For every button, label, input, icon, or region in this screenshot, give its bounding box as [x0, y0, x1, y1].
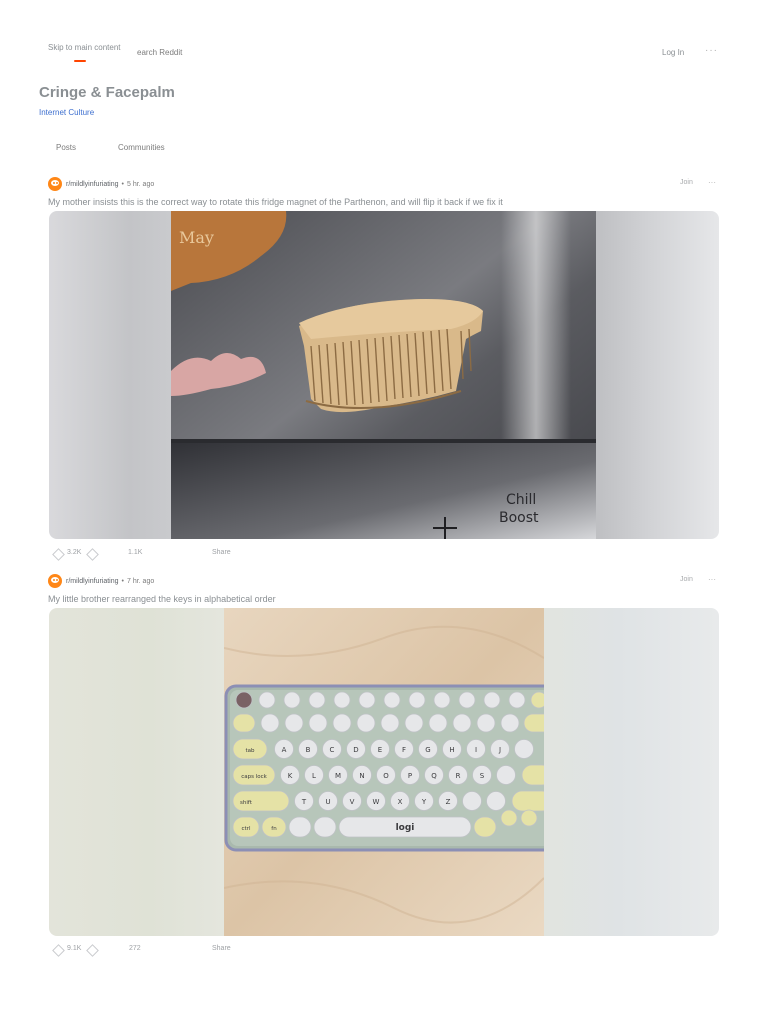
key-f: F [402, 746, 406, 754]
downvote-icon[interactable] [86, 944, 99, 957]
key-s: S [480, 772, 485, 780]
tab-posts[interactable]: Posts [56, 143, 76, 152]
key-v: V [350, 798, 355, 806]
appliance-label-line2: Boost [499, 510, 539, 526]
key-o: O [383, 772, 389, 780]
post-image[interactable]: tab caps lock shift ctrl fn A B C D E F … [49, 608, 719, 936]
key-n: N [359, 772, 364, 780]
keyboard-photo: tab caps lock shift ctrl fn A B C D E F … [224, 608, 544, 936]
key-ctrl: ctrl [242, 826, 251, 832]
key-t: T [301, 798, 307, 806]
post-meta: r/mildlyinfuriating • 5 hr. ago [48, 177, 154, 191]
top-bar: Skip to main content earch Reddit Log In… [0, 0, 768, 80]
key-j: J [498, 746, 501, 754]
meta-separator: • [121, 180, 124, 188]
login-button[interactable]: Log In [662, 48, 684, 57]
key-i: I [475, 746, 477, 754]
subreddit-avatar-icon[interactable] [48, 574, 62, 588]
key-w: W [373, 798, 380, 806]
community-topic-link[interactable]: Internet Culture [39, 108, 94, 117]
post-timestamp: 7 hr. ago [126, 577, 155, 585]
search-input[interactable]: earch Reddit [137, 48, 182, 57]
fridge-magnet-photo: May Chill Boost [171, 211, 596, 539]
vote-count: 9.1K [67, 945, 82, 952]
page-title: Cringe & Facepalm [39, 84, 175, 101]
key-y: Y [421, 798, 427, 806]
share-button[interactable]: Share [212, 945, 231, 952]
post-title[interactable]: My little brother rearranged the keys in… [48, 594, 276, 604]
post-more-icon[interactable]: ··· [708, 575, 716, 584]
key-a: A [282, 746, 287, 754]
share-button[interactable]: Share [212, 549, 231, 556]
tab-communities[interactable]: Communities [118, 143, 165, 152]
more-options-icon[interactable]: ··· [705, 45, 718, 56]
key-shift: shift [240, 800, 253, 806]
key-caps-lock: caps lock [241, 774, 267, 780]
appliance-label-line1: Chill [506, 492, 536, 508]
skip-link-focus-underline [74, 60, 86, 62]
key-l: L [312, 772, 316, 780]
subreddit-link[interactable]: r/mildlyinfuriating [66, 181, 119, 188]
vote-count: 3.2K [67, 549, 82, 556]
comments-button[interactable]: 272 [129, 945, 141, 952]
upvote-icon[interactable] [52, 944, 65, 957]
subreddit-avatar-icon[interactable] [48, 177, 62, 191]
subreddit-link[interactable]: r/mildlyinfuriating [66, 578, 119, 585]
key-z: Z [446, 798, 451, 806]
key-c: C [330, 746, 335, 754]
key-u: U [325, 798, 330, 806]
key-x: X [398, 798, 403, 806]
join-button[interactable]: Join [680, 576, 693, 583]
keyboard-brand-logo: logi [396, 823, 415, 833]
post-image[interactable]: May Chill Boost [49, 211, 719, 539]
key-m: M [335, 772, 341, 780]
downvote-icon[interactable] [86, 548, 99, 561]
post-timestamp: 5 hr. ago [126, 180, 155, 188]
post-title[interactable]: My mother insists this is the correct wa… [48, 197, 503, 207]
key-g: G [425, 746, 430, 754]
comments-button[interactable]: 1.1K [128, 549, 142, 556]
post-meta: r/mildlyinfuriating • 7 hr. ago [48, 574, 154, 588]
key-tab: tab [245, 748, 255, 754]
upvote-icon[interactable] [52, 548, 65, 561]
key-r: R [456, 772, 461, 780]
post-more-icon[interactable]: ··· [708, 178, 716, 187]
key-fn: fn [271, 826, 277, 832]
key-b: B [306, 746, 311, 754]
magnet-text: May [179, 228, 214, 247]
meta-separator: • [121, 577, 124, 585]
key-k: K [288, 772, 293, 780]
key-p: P [408, 772, 412, 780]
key-d: D [353, 746, 358, 754]
key-h: H [449, 746, 454, 754]
skip-to-main-link[interactable]: Skip to main content [48, 43, 120, 52]
join-button[interactable]: Join [680, 179, 693, 186]
key-q: Q [431, 772, 437, 780]
key-e: E [378, 746, 382, 754]
